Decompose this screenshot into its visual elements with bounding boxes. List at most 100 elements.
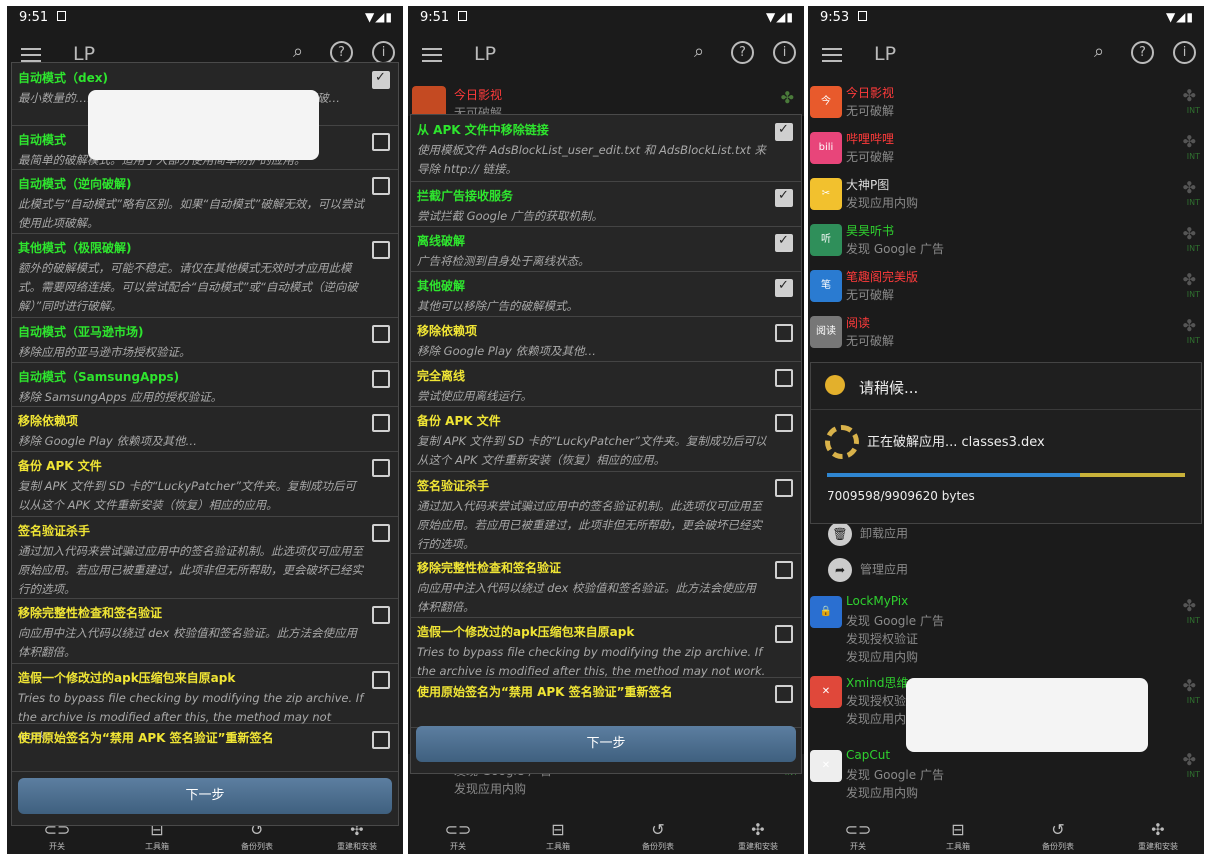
option-checkbox[interactable] <box>775 369 793 387</box>
app-title: LP <box>874 43 897 65</box>
option-checkbox[interactable] <box>372 177 390 195</box>
option-item[interactable]: 备份 APK 文件 复制 APK 文件到 SD 卡的“LuckyPatcher”文… <box>411 406 801 472</box>
menu-icon[interactable] <box>422 44 442 66</box>
info-icon[interactable]: i <box>773 41 796 64</box>
option-checkbox[interactable] <box>372 414 390 432</box>
progress-message: 正在破解应用... classes3.dex <box>867 435 1045 450</box>
option-checkbox[interactable] <box>775 479 793 497</box>
option-description: 移除 Google Play 依赖项及其他… <box>417 344 597 358</box>
option-description: 移除 SamsungApps 应用的授权验证。 <box>18 390 223 404</box>
option-item[interactable]: 移除依赖项 移除 Google Play 依赖项及其他… <box>411 316 801 362</box>
option-checkbox[interactable] <box>775 414 793 432</box>
search-icon[interactable]: ⌕ <box>1088 41 1110 63</box>
clover-icon: ✤ <box>1182 750 1196 769</box>
option-item[interactable]: 签名验证杀手 通过加入代码来尝试骗过应用中的签名验证机制。此选项仅可应用至原始应用… <box>12 516 398 599</box>
option-item[interactable]: 拦截广告接收服务 尝试拦截 Google 广告的获取机制。 <box>411 181 801 227</box>
nav-switch[interactable]: ⊂⊃ 开关 <box>828 820 888 852</box>
option-checkbox[interactable] <box>372 241 390 259</box>
app-row[interactable]: ✕ CapCut 发现 Google 广告 发现应用内购 ✤ INT <box>808 746 1204 816</box>
app-status: 发现应用内 <box>846 712 907 726</box>
option-item[interactable]: 使用原始签名为“禁用 APK 签名验证”重新签名 <box>12 723 398 772</box>
nav-toolbox[interactable]: ⊟ 工具箱 <box>928 820 988 852</box>
option-item[interactable]: 离线破解 广告将检测到自身处于离线状态。 <box>411 226 801 272</box>
int-tag: INT <box>1186 616 1200 625</box>
spinner-icon <box>825 425 859 459</box>
nav-rebuild[interactable]: ✣ 重建和安装 <box>728 820 788 852</box>
app-row[interactable]: 今今日影视 无可破解 ✤ INT <box>808 82 1204 128</box>
option-item[interactable]: 自动模式（逆向破解) 此模式与“自动模式”略有区别。如果“自动模式”破解无效，可以… <box>12 169 398 234</box>
app-row[interactable]: 笔笔趣阁完美版 无可破解 ✤ INT <box>808 266 1204 312</box>
option-item[interactable]: 从 APK 文件中移除链接 使用模板文件 AdsBlockList_user_ed… <box>411 115 801 182</box>
search-icon[interactable]: ⌕ <box>688 41 710 63</box>
help-icon[interactable]: ? <box>731 41 754 64</box>
switch-icon: ⊂⊃ <box>444 820 472 839</box>
option-title: 使用原始签名为“禁用 APK 签名验证”重新签名 <box>417 685 673 699</box>
option-checkbox[interactable] <box>372 671 390 689</box>
option-checkbox[interactable] <box>775 685 793 703</box>
option-checkbox[interactable] <box>775 324 793 342</box>
option-checkbox[interactable] <box>775 561 793 579</box>
info-icon[interactable]: i <box>372 41 395 64</box>
option-checkbox[interactable] <box>372 606 390 624</box>
app-icon: 🔒 <box>810 596 842 628</box>
app-row[interactable]: ✂ 大神P图 发现应用内购 ✤ INT <box>808 174 1204 220</box>
puzzle-icon: ✣ <box>751 820 765 839</box>
option-checkbox[interactable] <box>775 122 793 141</box>
next-button[interactable]: 下一步 <box>18 778 392 814</box>
app-name: 哔哩哔哩 <box>846 132 895 146</box>
search-icon[interactable]: ⌕ <box>287 41 309 63</box>
menu-icon[interactable] <box>822 44 842 66</box>
option-item[interactable]: 移除依赖项 移除 Google Play 依赖项及其他… <box>12 406 398 452</box>
nav-label: 重建和安装 <box>337 842 377 851</box>
option-item[interactable]: 签名验证杀手 通过加入代码来尝试骗过应用中的签名验证机制。此选项仅可应用至原始应用… <box>411 471 801 554</box>
option-checkbox[interactable] <box>775 625 793 643</box>
option-checkbox[interactable] <box>372 325 390 343</box>
app-row[interactable]: 🔒 LockMyPix 发现 Google 广告 发现授权验证 发现应用内购 ✤ INT <box>808 592 1204 672</box>
option-item[interactable]: 自动模式（亚马逊市场) 移除应用的亚马逊市场授权验证。 <box>12 317 398 363</box>
uninstall-action[interactable]: 🗑 卸载应用 <box>828 522 908 546</box>
option-title: 签名验证杀手 <box>18 524 91 538</box>
option-item[interactable]: 使用原始签名为“禁用 APK 签名验证”重新签名 <box>411 677 801 728</box>
option-item[interactable]: 其他破解 其他可以移除广告的破解模式。 <box>411 271 801 317</box>
nav-rebuild[interactable]: ✣ 重建和安装 <box>1128 820 1188 852</box>
clover-icon: ✤ <box>1182 676 1196 695</box>
nav-switch[interactable]: ⊂⊃ 开关 <box>428 820 488 852</box>
option-checkbox[interactable] <box>372 731 390 749</box>
option-item[interactable]: 移除完整性检查和签名验证向应用中注入代码以绕过 dex 校验值和签名验证。此方法… <box>12 598 398 664</box>
help-icon[interactable]: ? <box>1131 41 1154 64</box>
option-title: 移除完整性检查和签名验证 <box>18 606 163 620</box>
option-item[interactable]: 完全离线 尝试使应用离线运行。 <box>411 361 801 407</box>
next-button[interactable]: 下一步 <box>416 726 796 762</box>
option-checkbox[interactable] <box>775 233 793 252</box>
app-name: 昊昊听书 <box>846 224 895 238</box>
app-row[interactable]: 阅读 阅读 无可破解 ✤ INT <box>808 312 1204 358</box>
option-checkbox[interactable] <box>372 459 390 477</box>
nav-toolbox[interactable]: ⊟ 工具箱 <box>528 820 588 852</box>
app-row[interactable]: 听昊昊听书 发现 Google 广告 ✤ INT <box>808 220 1204 266</box>
option-checkbox[interactable] <box>372 524 390 542</box>
option-item[interactable]: 移除完整性检查和签名验证 向应用中注入代码以绕过 dex 校验值和签名验证。此方法… <box>411 553 801 618</box>
option-item[interactable]: 其他模式（极限破解) 额外的破解模式，可能不稳定。请仅在其他模式无效时才应用此模式… <box>12 233 398 318</box>
app-row[interactable]: bili 哔哩哔哩 无可破解 ✤ INT <box>808 128 1204 174</box>
nav-backup[interactable]: ↺ 备份列表 <box>628 820 688 852</box>
option-checkbox[interactable] <box>372 70 390 89</box>
info-icon[interactable]: i <box>1173 41 1196 64</box>
option-item[interactable]: 自动模式（SamsungApps) 移除 SamsungApps 应用的授权验证。 <box>12 362 398 407</box>
nav-backup[interactable]: ↺ 备份列表 <box>1028 820 1088 852</box>
option-checkbox[interactable] <box>372 370 390 388</box>
option-title: 完全离线 <box>417 369 466 383</box>
manage-action[interactable]: ➦ 管理应用 <box>828 558 908 582</box>
option-description: 向应用中注入代码以绕过 dex 校验值和签名验证。此方法会使应用体积翻倍。 <box>18 626 357 659</box>
option-item[interactable]: 造假一个修改过的apk压缩包来自原apk Tries to bypass file… <box>12 663 398 743</box>
phone-screen-2: 9:51 ▼◢▮ LP ⌕ ? i 今日影视 无可破解 ✤ 发现 Google … <box>408 6 804 854</box>
option-checkbox[interactable] <box>372 133 390 151</box>
option-title: 备份 APK 文件 <box>417 414 501 428</box>
option-checkbox[interactable] <box>775 188 793 207</box>
option-checkbox[interactable] <box>775 278 793 297</box>
help-icon[interactable]: ? <box>330 41 353 64</box>
option-item[interactable]: 造假一个修改过的apk压缩包来自原apk Tries to bypass file… <box>411 617 801 678</box>
bottom-nav: ⊂⊃ 开关 ⊟ 工具箱 ↺ 备份列表 ✣ 重建和安装 <box>808 816 1204 854</box>
app-status: 无可破解 <box>846 334 895 348</box>
option-item[interactable]: 备份 APK 文件 复制 APK 文件到 SD 卡的“LuckyPatcher”文… <box>12 451 398 517</box>
option-description: 尝试拦截 Google 广告的获取机制。 <box>417 209 603 223</box>
